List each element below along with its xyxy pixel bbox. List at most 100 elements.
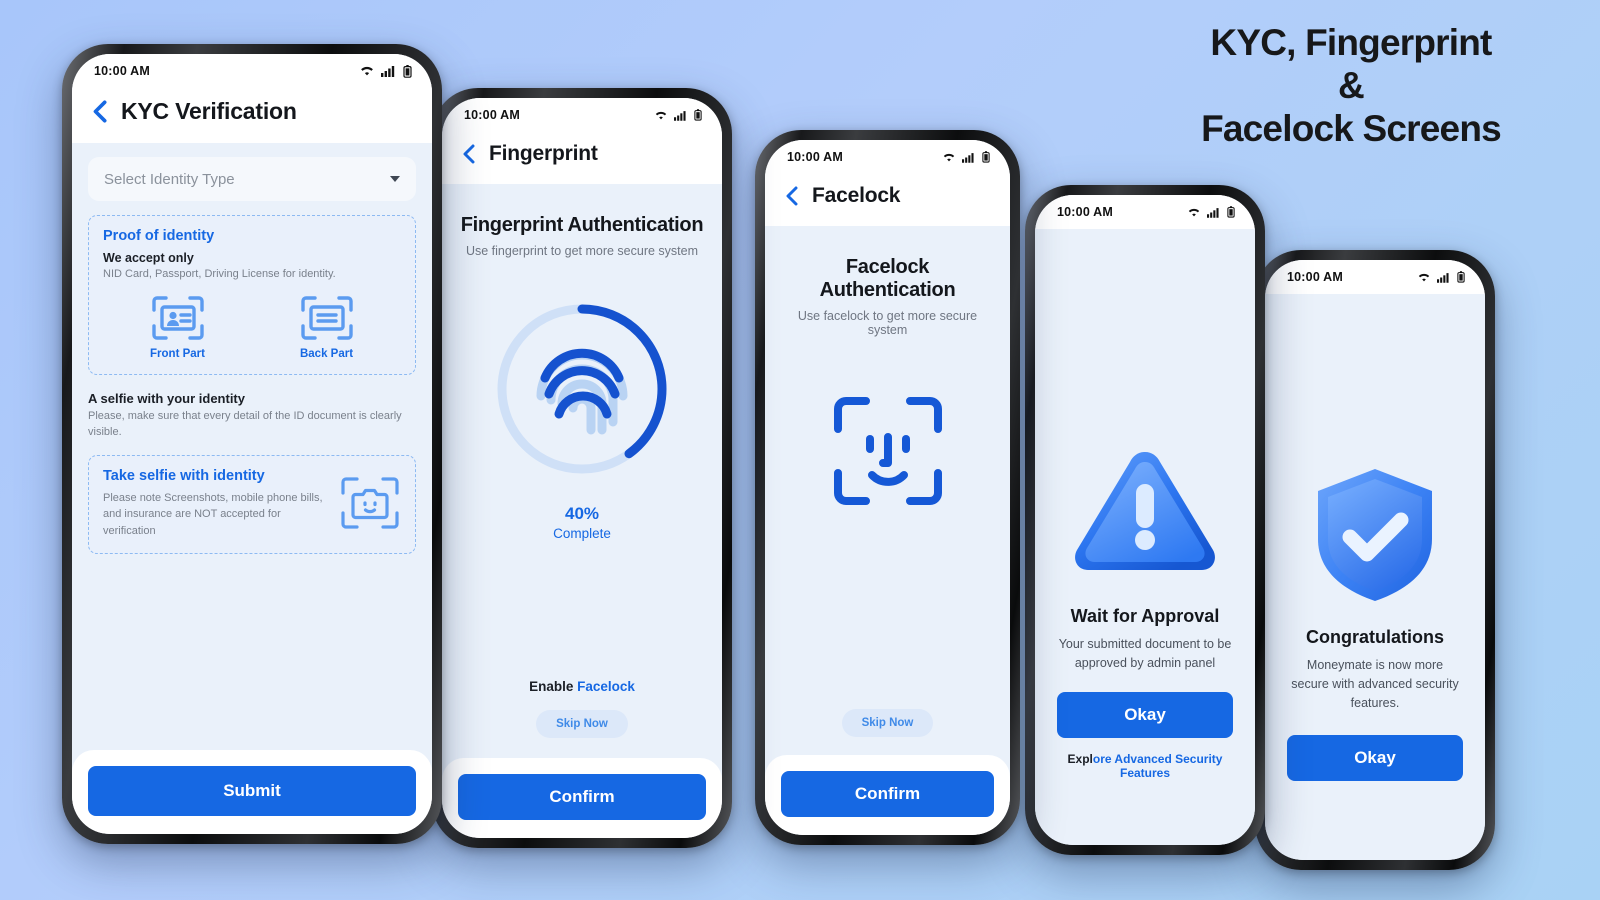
- status-time: 10:00 AM: [1057, 205, 1114, 219]
- screen-wait-approval: 10:00 AM Wait for Approval Your submitte…: [1035, 195, 1255, 845]
- upload-front-part[interactable]: Front Part: [150, 294, 206, 360]
- fingerprint-subtitle: Use fingerprint to get more secure syste…: [465, 244, 699, 258]
- enable-prefix: Enable: [529, 679, 578, 694]
- fingerprint-progress-ring: [493, 300, 671, 478]
- document-upload-row: Front Part Back Part: [103, 294, 401, 360]
- app-bar: Facelock: [765, 174, 1010, 226]
- status-time: 10:00 AM: [787, 150, 844, 164]
- app-bar-title: Fingerprint: [489, 142, 598, 165]
- screen-fingerprint: 10:00 AM Fingerprint Fingerprint Authent…: [442, 98, 722, 838]
- signal-icon: [1207, 207, 1219, 218]
- app-bar: Fingerprint: [442, 132, 722, 184]
- front-part-label: Front Part: [150, 347, 205, 360]
- screen-congratulations: 10:00 AM Congratulations Moneymate is no…: [1265, 260, 1485, 860]
- selfie-section-title: A selfie with your identity: [88, 390, 245, 406]
- phone-wait-approval: 10:00 AM Wait for Approval Your submitte…: [1025, 185, 1265, 855]
- wifi-icon: [655, 111, 667, 119]
- accept-subtitle: NID Card, Passport, Driving License for …: [103, 268, 336, 280]
- face-id-icon-wrap[interactable]: [832, 395, 944, 512]
- advanced-security-link[interactable]: Explore Advanced Security Features: [1057, 752, 1233, 780]
- selfie-section-subtitle: Please, make sure that every detail of t…: [88, 409, 402, 438]
- signal-icon: [674, 110, 686, 121]
- wifi-icon: [361, 66, 373, 76]
- link-prefix: Expl: [1067, 752, 1093, 767]
- progress-status: Complete: [553, 526, 611, 541]
- okay-button[interactable]: Okay: [1057, 692, 1233, 739]
- warning-triangle-icon: [1075, 451, 1215, 570]
- facelock-subtitle: Use facelock to get more secure system: [797, 309, 978, 337]
- submit-button[interactable]: Submit: [88, 766, 416, 816]
- okay-button[interactable]: Okay: [1287, 734, 1463, 781]
- enable-facelock-link[interactable]: Facelock: [577, 679, 635, 694]
- confirm-button[interactable]: Confirm: [458, 774, 706, 820]
- back-chevron-icon[interactable]: [785, 186, 798, 206]
- id-card-front-icon: [151, 296, 204, 340]
- battery-icon: [1227, 206, 1235, 218]
- signal-icon: [1437, 272, 1449, 283]
- wait-approval-title: Wait for Approval: [1070, 605, 1220, 626]
- status-bar: 10:00 AM: [442, 98, 722, 132]
- chevron-down-icon: [390, 176, 400, 182]
- status-time: 10:00 AM: [1287, 270, 1344, 284]
- identity-type-placeholder: Select Identity Type: [104, 170, 235, 188]
- congratulations-content: Congratulations Moneymate is now more se…: [1265, 294, 1485, 860]
- signal-icon: [381, 66, 395, 77]
- take-selfie-body: Please note Screenshots, mobile phone bi…: [103, 491, 323, 537]
- status-icons: [359, 64, 412, 78]
- app-bar: KYC Verification: [72, 88, 432, 143]
- back-chevron-icon[interactable]: [92, 100, 107, 123]
- fingerprint-actions: Enable Facelock Skip Now: [442, 679, 722, 738]
- confirm-button[interactable]: Confirm: [781, 771, 994, 817]
- take-selfie-title: Take selfie with identity: [103, 467, 265, 484]
- fingerprint-icon: [536, 348, 628, 435]
- back-part-label: Back Part: [299, 347, 354, 360]
- identity-type-select[interactable]: Select Identity Type: [88, 157, 416, 201]
- id-card-back-icon: [300, 296, 353, 340]
- accept-title: We accept only: [103, 251, 194, 265]
- footer: Confirm: [765, 755, 1010, 835]
- wait-approval-subtitle: Your submitted document to be approved b…: [1058, 636, 1232, 670]
- fingerprint-title: Fingerprint Authentication: [460, 214, 704, 236]
- footer: Confirm: [442, 758, 722, 838]
- battery-icon: [403, 64, 412, 78]
- proof-title: Proof of identity: [103, 228, 215, 244]
- phone-kyc: 10:00 AM KYC Verification Select Identit…: [62, 44, 442, 844]
- wifi-icon: [1188, 208, 1200, 216]
- phone-fingerprint: 10:00 AM Fingerprint Fingerprint Authent…: [432, 88, 732, 848]
- progress-percent: 40%: [564, 504, 600, 523]
- app-bar-title: Facelock: [812, 184, 901, 207]
- status-icons: [654, 109, 702, 121]
- congratulations-title: Congratulations: [1306, 627, 1444, 648]
- facelock-content: Facelock Authentication Use facelock to …: [765, 226, 1010, 755]
- status-icons: [942, 151, 990, 163]
- enable-facelock-row: Enable Facelock: [529, 679, 635, 694]
- back-chevron-icon[interactable]: [462, 144, 475, 164]
- status-icons: [1417, 271, 1465, 283]
- screen-facelock: 10:00 AM Facelock Facelock Authenticatio…: [765, 140, 1010, 835]
- wait-approval-content: Wait for Approval Your submitted documen…: [1035, 229, 1255, 845]
- phone-facelock: 10:00 AM Facelock Facelock Authenticatio…: [755, 130, 1020, 845]
- take-selfie-panel[interactable]: Take selfie with identity Please note Sc…: [88, 454, 416, 555]
- skip-now-button[interactable]: Skip Now: [536, 710, 628, 738]
- status-icons: [1187, 206, 1235, 218]
- battery-icon: [982, 151, 990, 163]
- shield-check-icon: [1318, 469, 1432, 602]
- face-scan-camera-icon: [341, 477, 399, 530]
- facelock-actions: Skip Now: [765, 709, 1010, 737]
- status-time: 10:00 AM: [464, 108, 521, 122]
- wifi-icon: [943, 153, 955, 161]
- app-bar-title: KYC Verification: [121, 98, 297, 124]
- fingerprint-content: Fingerprint Authentication Use fingerpri…: [442, 184, 722, 758]
- heading-line-1: KYC, Fingerprint: [1210, 22, 1492, 63]
- proof-of-identity-panel: Proof of identity We accept only NID Car…: [88, 215, 416, 375]
- heading-line-3: Facelock Screens: [1201, 107, 1502, 149]
- phone-congratulations: 10:00 AM Congratulations Moneymate is no…: [1255, 250, 1495, 870]
- status-bar: 10:00 AM: [1265, 260, 1485, 294]
- link-text: ore Advanced Security Features: [1092, 752, 1223, 781]
- congratulations-subtitle: Moneymate is now more secure with advanc…: [1291, 658, 1459, 710]
- upload-back-part[interactable]: Back Part: [299, 294, 355, 360]
- skip-now-button[interactable]: Skip Now: [841, 709, 934, 737]
- footer: Submit: [72, 750, 432, 834]
- status-bar: 10:00 AM: [1035, 195, 1255, 229]
- poster-heading: KYC, Fingerprint & Facelock Screens: [1136, 22, 1566, 151]
